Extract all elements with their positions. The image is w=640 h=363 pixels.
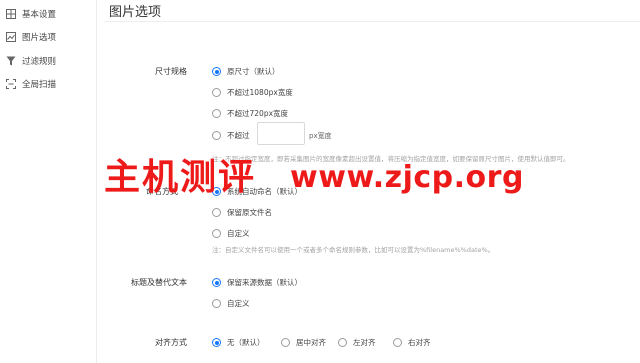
size-label: 尺寸规格	[155, 67, 187, 76]
align-option-left[interactable]: 左对齐	[338, 337, 376, 348]
option-label: 保留原文件名	[227, 208, 272, 217]
size-option-720[interactable]: 不超过720px宽度	[212, 108, 288, 119]
option-label: 无（默认）	[227, 338, 265, 347]
size-option-1080[interactable]: 不超过1080px宽度	[212, 87, 293, 98]
sidebar-item-global-scan[interactable]: 全局扫描	[6, 74, 56, 94]
settings-grid-icon	[6, 9, 16, 19]
size-option-original[interactable]: 原尺寸（默认）	[212, 66, 280, 77]
align-option-center[interactable]: 居中对齐	[281, 337, 326, 348]
radio[interactable]	[212, 299, 221, 308]
option-label: 保留来源数据（默认）	[227, 278, 302, 287]
radio-selected[interactable]	[212, 67, 221, 76]
title-alt-label: 标题及替代文本	[131, 278, 187, 287]
naming-option-auto[interactable]: 系统自动命名（默认）	[212, 186, 302, 197]
radio[interactable]	[281, 338, 290, 347]
sidebar-item-image-options[interactable]: 图片选项	[6, 27, 56, 47]
align-option-right[interactable]: 右对齐	[393, 337, 431, 348]
page-title: 图片选项	[109, 5, 162, 20]
naming-label: 命名方式	[146, 187, 178, 196]
radio[interactable]	[338, 338, 347, 347]
sidebar-divider	[96, 0, 97, 363]
naming-note: 注：自定义文件名可以使用一个或者多个命名规则参数，比如可以设置为%filenam…	[212, 246, 495, 254]
filter-icon	[6, 56, 16, 66]
custom-width-suffix: px宽度	[309, 132, 332, 140]
option-label: 原尺寸（默认）	[227, 67, 280, 76]
radio-selected[interactable]	[212, 278, 221, 287]
sidebar-item-label: 图片选项	[22, 33, 57, 43]
custom-width-input[interactable]	[257, 122, 305, 145]
option-label: 自定义	[227, 299, 250, 308]
radio[interactable]	[393, 338, 402, 347]
option-label: 右对齐	[408, 338, 431, 347]
radio[interactable]	[212, 88, 221, 97]
image-chart-icon	[6, 32, 16, 42]
title-alt-option-custom[interactable]: 自定义	[212, 298, 250, 309]
radio[interactable]	[212, 131, 221, 140]
sidebar-item-basic-settings[interactable]: 基本设置	[6, 4, 56, 24]
scan-icon	[6, 79, 16, 89]
watermark-url-text: www.zjcp.org	[290, 160, 524, 195]
sidebar-item-label: 过滤规则	[22, 57, 57, 67]
radio[interactable]	[212, 109, 221, 118]
size-note: 注：不超过指定宽度，即若采集图片的宽度像素超出设置值，将压缩为指定值宽度，如要保…	[212, 155, 570, 163]
radio-selected[interactable]	[212, 338, 221, 347]
radio[interactable]	[212, 208, 221, 217]
option-label: 居中对齐	[296, 338, 326, 347]
title-alt-option-source[interactable]: 保留来源数据（默认）	[212, 277, 302, 288]
sidebar-item-label: 基本设置	[22, 10, 57, 20]
option-label: 系统自动命名（默认）	[227, 187, 302, 196]
radio-selected[interactable]	[212, 187, 221, 196]
align-option-none[interactable]: 无（默认）	[212, 337, 265, 348]
sidebar-item-label: 全局扫描	[22, 80, 57, 90]
option-label: 左对齐	[353, 338, 376, 347]
option-label: 不超过	[227, 131, 250, 140]
align-label: 对齐方式	[155, 338, 187, 347]
option-label: 自定义	[227, 229, 250, 238]
option-label: 不超过1080px宽度	[227, 88, 293, 97]
title-divider	[104, 21, 640, 22]
option-label: 不超过720px宽度	[227, 109, 289, 118]
radio[interactable]	[212, 229, 221, 238]
naming-option-original[interactable]: 保留原文件名	[212, 207, 272, 218]
sidebar-item-filter-rules[interactable]: 过滤规则	[6, 51, 56, 71]
size-option-custom[interactable]: 不超过	[212, 130, 250, 141]
naming-option-custom[interactable]: 自定义	[212, 228, 250, 239]
sidebar: 基本设置 图片选项 过滤规则 全局扫描	[0, 0, 96, 363]
